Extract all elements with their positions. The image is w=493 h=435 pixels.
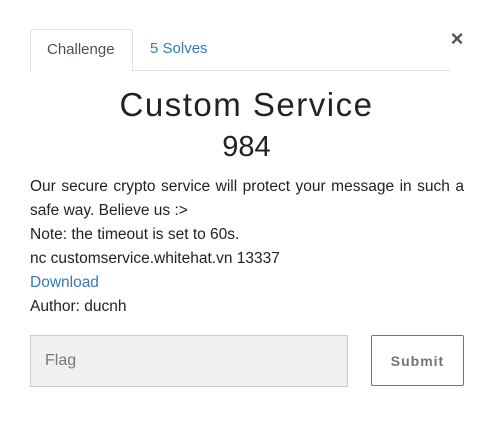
tab-challenge[interactable]: Challenge: [30, 29, 133, 72]
challenge-description: Our secure crypto service will protect y…: [30, 175, 464, 319]
challenge-value: 984: [222, 131, 271, 163]
flag-input[interactable]: [30, 335, 348, 387]
challenge-name: Custom Service: [119, 86, 374, 123]
submit-button[interactable]: Submit: [371, 335, 464, 386]
description-line: nc customservice.whitehat.vn 13337: [30, 250, 280, 267]
challenge-modal: × Challenge 5 Solves Custom Service 984 …: [0, 0, 493, 435]
description-line: Note: the timeout is set to 60s.: [30, 226, 240, 243]
tab-solves[interactable]: 5 Solves: [134, 29, 224, 71]
challenge-tabs: Challenge 5 Solves: [30, 29, 450, 72]
close-icon[interactable]: ×: [447, 26, 467, 52]
description-line: Our secure crypto service will protect y…: [30, 178, 464, 219]
author-text: Author: ducnh: [30, 298, 127, 315]
download-link[interactable]: Download: [30, 274, 99, 291]
